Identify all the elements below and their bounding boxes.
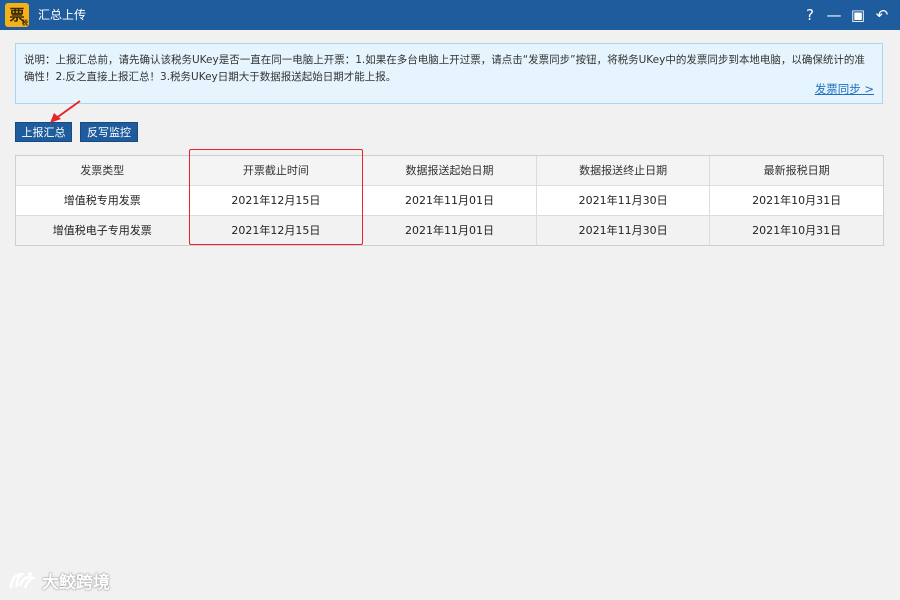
highlight-box xyxy=(189,149,363,245)
table-cell: 2021年11月01日 xyxy=(363,186,537,215)
maximize-icon[interactable]: ▣ xyxy=(846,0,870,30)
column-header: 发票类型 xyxy=(16,156,190,185)
help-icon[interactable]: ? xyxy=(798,0,822,30)
column-header: 数据报送起始日期 xyxy=(363,156,537,185)
table-cell: 2021年10月31日 xyxy=(752,224,842,237)
table-cell: 2021年11月01日 xyxy=(363,216,537,245)
summary-table: 发票类型 开票截止时间 数据报送起始日期 数据报送终止日期 最新报税日期 增值税… xyxy=(15,155,884,246)
table-cell: 2021年11月30日 xyxy=(537,216,711,245)
table-row[interactable]: 增值税电子专用发票 2021年12月15日 2021年11月01日 2021年1… xyxy=(16,215,883,245)
table-header-row: 发票类型 开票截止时间 数据报送起始日期 数据报送终止日期 最新报税日期 xyxy=(16,156,883,185)
table-cell: 增值税电子专用发票 xyxy=(16,216,190,245)
table-cell: 增值税专用发票 xyxy=(16,186,190,215)
notice-text: 说明：上报汇总前，请先确认该税务UKey是否一直在同一电脑上开票：1.如果在多台… xyxy=(24,54,865,83)
title-bar: 票 税 汇总上传 ? — ▣ ↶ xyxy=(0,0,900,30)
minimize-icon[interactable]: — xyxy=(822,0,846,30)
table-cell: 2021年11月30日 xyxy=(537,186,711,215)
notice-panel: 说明：上报汇总前，请先确认该税务UKey是否一直在同一电脑上开票：1.如果在多台… xyxy=(15,43,883,104)
writeback-monitor-button[interactable]: 反写监控 xyxy=(80,122,138,142)
window-title: 汇总上传 xyxy=(38,8,87,22)
column-header: 数据报送终止日期 xyxy=(537,156,711,185)
watermark-text: 大鲛跨境 xyxy=(42,573,110,593)
logo-small-char: 税 xyxy=(21,20,28,27)
column-header: 最新报税日期 xyxy=(763,164,830,177)
invoice-sync-link[interactable]: 发票同步 > xyxy=(815,81,874,97)
table-row[interactable]: 增值税专用发票 2021年12月15日 2021年11月01日 2021年11月… xyxy=(16,185,883,215)
window-controls: ? — ▣ ↶ xyxy=(798,0,894,30)
app-logo-icon: 票 税 xyxy=(5,3,29,27)
report-summary-button[interactable]: 上报汇总 xyxy=(15,122,72,142)
back-icon[interactable]: ↶ xyxy=(870,0,894,30)
watermark-logo-icon xyxy=(9,571,36,588)
watermark: 大鲛跨境 xyxy=(8,568,110,593)
table-cell: 2021年10月31日 xyxy=(752,194,842,207)
